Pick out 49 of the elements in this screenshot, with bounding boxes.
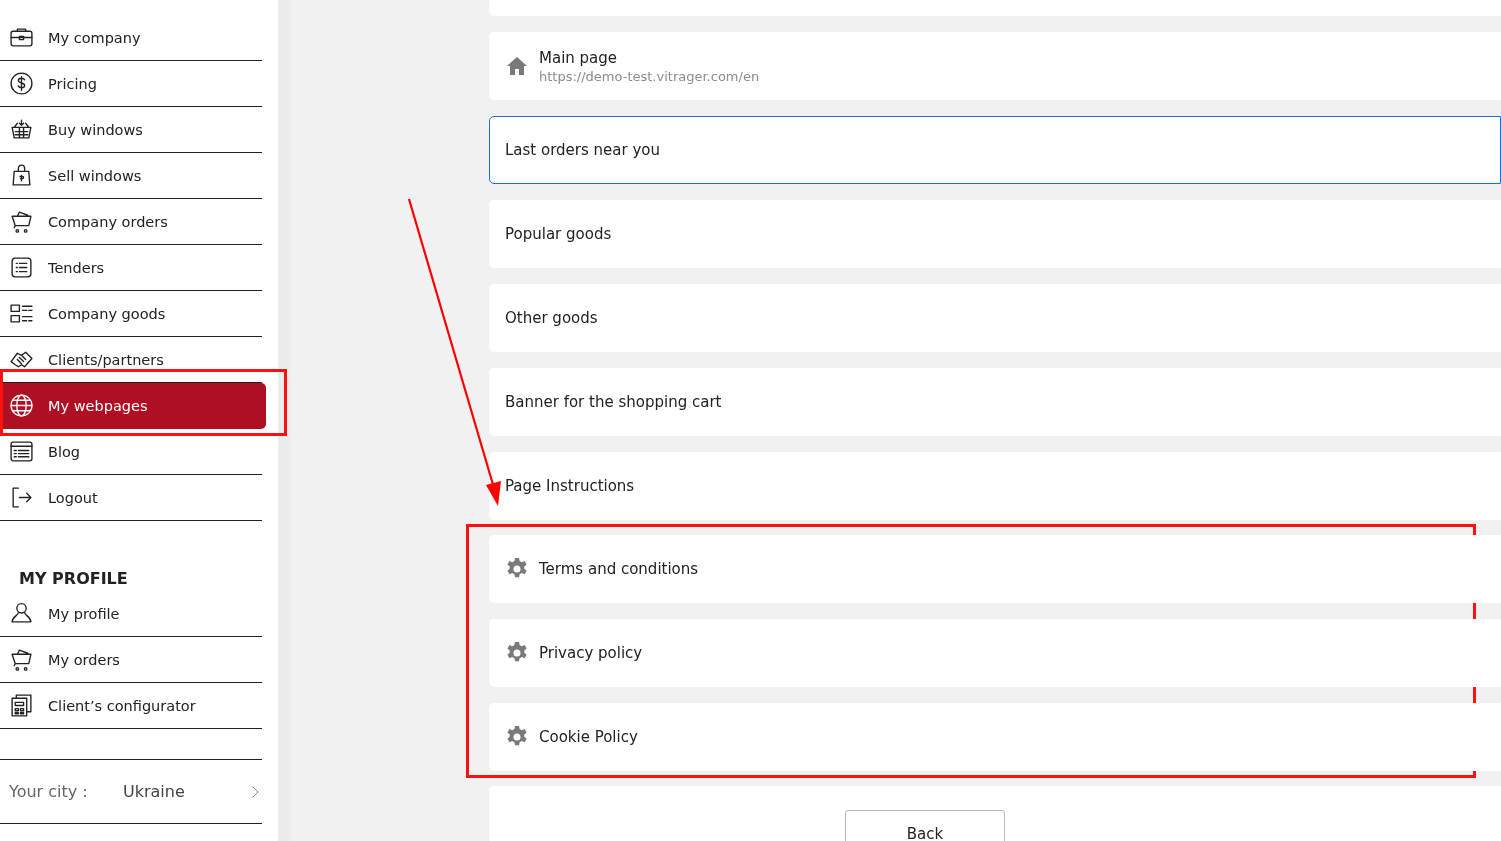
page-title: Popular goods <box>505 225 612 243</box>
page-card[interactable]: Cookie Policy <box>489 703 1501 771</box>
page-card[interactable]: Page Instructions <box>489 452 1501 520</box>
nav-item[interactable]: My orders <box>0 637 262 683</box>
page-title: Terms and conditions <box>539 560 699 578</box>
nav-item[interactable]: Tenders <box>0 245 262 291</box>
page-title: Banner for the shopping cart <box>505 393 722 411</box>
page-card[interactable]: Last orders near you <box>489 116 1501 184</box>
nav-item[interactable]: Company goods <box>0 291 262 337</box>
page-card[interactable]: Terms and conditions <box>489 535 1501 603</box>
nav-item[interactable]: Sell windows <box>0 153 262 199</box>
page-card[interactable]: Popular goods <box>489 200 1501 268</box>
back-button[interactable]: Back <box>845 810 1005 841</box>
page-title: Privacy policy <box>539 644 643 662</box>
logout-icon <box>9 485 34 510</box>
nav-item[interactable]: Blog <box>0 429 262 475</box>
cart-icon <box>9 647 34 672</box>
nav-item[interactable]: My company <box>0 15 262 61</box>
page-card[interactable]: Main page https://demo-test.vitrager.com/en <box>489 32 1501 100</box>
nav-item[interactable]: Logout <box>0 475 262 521</box>
basket-icon <box>9 117 34 142</box>
page-title: Last orders near you <box>505 141 661 159</box>
nav-item[interactable]: Company orders <box>0 199 262 245</box>
page-title: Cookie Policy <box>539 728 638 746</box>
list-icon <box>9 255 34 280</box>
nav-item[interactable]: Client’s configurator <box>0 683 262 729</box>
person-icon <box>9 601 34 626</box>
page-card[interactable]: Banner for the shopping cart <box>489 368 1501 436</box>
nav-item[interactable]: My webpages <box>0 383 266 429</box>
nav-item[interactable]: Buy windows <box>0 107 262 153</box>
briefcase-icon <box>9 25 34 50</box>
nav-item[interactable]: My profile <box>0 591 262 637</box>
cart-icon <box>9 209 34 234</box>
dollar-icon <box>9 71 34 96</box>
city-value[interactable]: Ukraine <box>123 782 248 801</box>
nav-item[interactable]: Pricing <box>0 61 262 107</box>
calculator-icon <box>9 693 34 718</box>
page-title: Main page <box>539 48 619 67</box>
page-card[interactable]: Privacy policy <box>489 619 1501 687</box>
city-label: Your city : <box>9 782 89 801</box>
section-heading: MY PROFILE <box>18 568 129 590</box>
page-title: Other goods <box>505 309 598 327</box>
page-card[interactable]: Other goods <box>489 284 1501 352</box>
home-icon <box>505 54 529 78</box>
document-list-icon <box>9 439 34 464</box>
globe-icon <box>9 393 34 418</box>
page-title: Page Instructions <box>505 477 635 495</box>
page-url: https://demo-test.vitrager.com/en <box>539 68 760 84</box>
grid-list-icon <box>9 301 34 326</box>
